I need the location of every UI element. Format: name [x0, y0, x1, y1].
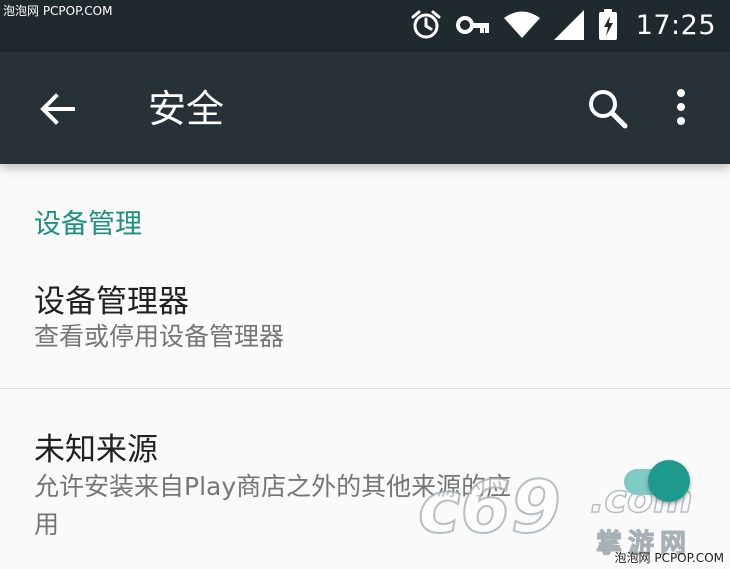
signal-icon [553, 10, 584, 40]
section-header-device-admin: 设备管理 [34, 209, 142, 240]
page-title: 安全 [148, 87, 225, 131]
wifi-icon [503, 11, 540, 39]
pref-title: 设备管理器 [34, 284, 189, 320]
status-time: 17:25 [635, 9, 716, 41]
key-icon [455, 13, 490, 37]
search-icon[interactable] [585, 86, 631, 132]
app-bar: 安全 [0, 52, 730, 164]
unknown-sources-toggle[interactable] [618, 460, 692, 504]
status-bar: 泡泡网 PCPOP.COM 17:25 [0, 0, 730, 52]
status-icons: 17:25 [410, 9, 716, 41]
svg-text:c69: c69 [418, 465, 561, 549]
alarm-icon [410, 9, 442, 41]
watermark-bottom: 泡泡网 PCPOP.COM [614, 551, 724, 565]
pref-summary: 查看或停用设备管理器 [34, 322, 285, 351]
watermark-top: 泡泡网 PCPOP.COM [3, 4, 113, 18]
more-vert-icon[interactable] [666, 86, 696, 132]
pref-title: 未知来源 [34, 432, 158, 468]
pref-device-administrators[interactable]: 设备管理器 查看或停用设备管理器 [0, 262, 730, 386]
arrow-back-icon[interactable] [36, 88, 78, 130]
divider [0, 388, 730, 389]
battery-charging-icon [598, 9, 618, 41]
switch-thumb [648, 460, 690, 502]
